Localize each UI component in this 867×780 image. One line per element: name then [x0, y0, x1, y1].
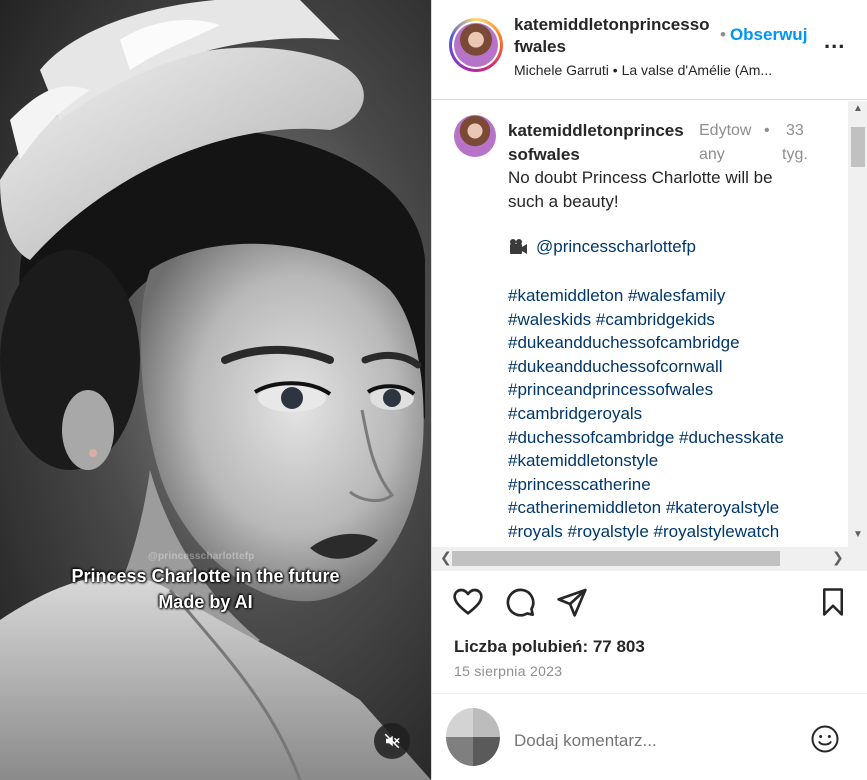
like-count[interactable]: Liczba polubień: 77 803 — [454, 637, 645, 657]
hashtag-line[interactable]: #katemiddleton #walesfamily — [508, 284, 838, 308]
hashtag-line[interactable]: #catherinemiddleton #kateroyalstyle — [508, 496, 838, 520]
post-date[interactable]: 15 sierpnia 2023 — [454, 663, 562, 679]
comments-area: katemiddletonprinces sofwales Edytow any… — [432, 101, 867, 547]
video-caption-line2: Made by AI — [158, 592, 253, 612]
mute-toggle-button[interactable] — [374, 723, 410, 759]
mention-link[interactable]: @princesscharlottefp — [536, 237, 696, 257]
hashtag-line[interactable]: #cambridgeroyals — [508, 402, 838, 426]
paper-plane-icon[interactable] — [556, 586, 588, 618]
scroll-down-icon[interactable]: ▼ — [848, 529, 867, 547]
speaker-muted-icon — [384, 733, 400, 749]
scroll-up-icon[interactable]: ▲ — [848, 103, 867, 121]
comment-icon[interactable] — [504, 586, 536, 618]
mention-row: @princesscharlottefp — [508, 237, 696, 257]
watermark: @princesscharlottefp — [148, 551, 255, 562]
follow-button[interactable]: • Obserwuj — [720, 25, 807, 45]
hashtag-line[interactable]: #princeandprincessofwales — [508, 378, 838, 402]
author-avatar[interactable] — [449, 18, 503, 72]
post-header: katemiddletonprincesso fwales • Obserwuj … — [432, 0, 867, 100]
comment-input[interactable] — [514, 731, 774, 751]
author-username[interactable]: katemiddletonprincesso fwales — [514, 14, 724, 58]
audio-attribution[interactable]: Michele Garruti • La valse d'Amélie (Am.… — [514, 62, 772, 78]
add-comment-row — [432, 704, 867, 774]
post-side-panel: katemiddletonprincesso fwales • Obserwuj … — [431, 0, 867, 780]
meta-dot: • — [764, 122, 770, 139]
hashtag-list: #katemiddleton #walesfamily #waleskids #… — [508, 284, 838, 544]
bookmark-icon[interactable] — [818, 586, 848, 618]
hashtag-line[interactable]: #duchessofcambridge #duchesskate — [508, 426, 838, 450]
comment-author-username[interactable]: katemiddletonprinces sofwales — [508, 119, 698, 167]
portrait-image — [0, 0, 431, 780]
heart-icon[interactable] — [452, 586, 484, 618]
action-bar — [432, 586, 867, 626]
hashtag-line[interactable]: #princesscatherine — [508, 473, 838, 497]
scroll-thumb[interactable] — [851, 127, 865, 167]
vertical-scrollbar[interactable]: ▲ ▼ — [848, 101, 867, 547]
hashtag-line[interactable]: #dukeandduchessofcornwall — [508, 355, 838, 379]
hashtag-line[interactable]: #katemiddletonstyle — [508, 449, 838, 473]
timestamp[interactable]: 33 — [786, 119, 804, 143]
more-options-button[interactable]: ... — [824, 28, 845, 54]
edited-label: Edytow — [699, 122, 752, 139]
current-user-avatar — [446, 708, 500, 766]
caption-text: No doubt Princess Charlotte will be such… — [508, 168, 773, 211]
divider — [432, 693, 867, 694]
instagram-post-view: @princesscharlottefp Princess Charlotte … — [0, 0, 867, 780]
timestamp-unit[interactable]: tyg. — [782, 143, 808, 167]
scroll-right-icon[interactable]: ❯ — [832, 549, 844, 566]
smiley-icon[interactable] — [810, 724, 840, 754]
horizontal-scrollbar[interactable]: ❮ ❯ — [432, 547, 867, 571]
comment-author-avatar[interactable] — [454, 115, 496, 157]
edited-label-cont: any — [699, 146, 725, 163]
post-media[interactable]: @princesscharlottefp Princess Charlotte … — [0, 0, 431, 780]
scroll-left-icon[interactable]: ❮ — [440, 549, 452, 566]
hashtag-line[interactable]: #waleskids #cambridgekids — [508, 308, 838, 332]
hashtag-line[interactable]: #dukeandduchessofcambridge — [508, 331, 838, 355]
scroll-thumb[interactable] — [452, 551, 780, 566]
video-caption-line1: Princess Charlotte in the future — [71, 566, 340, 586]
film-camera-icon — [510, 239, 527, 254]
hashtag-line[interactable]: #royals #royalstyle #royalstylewatch — [508, 520, 838, 544]
